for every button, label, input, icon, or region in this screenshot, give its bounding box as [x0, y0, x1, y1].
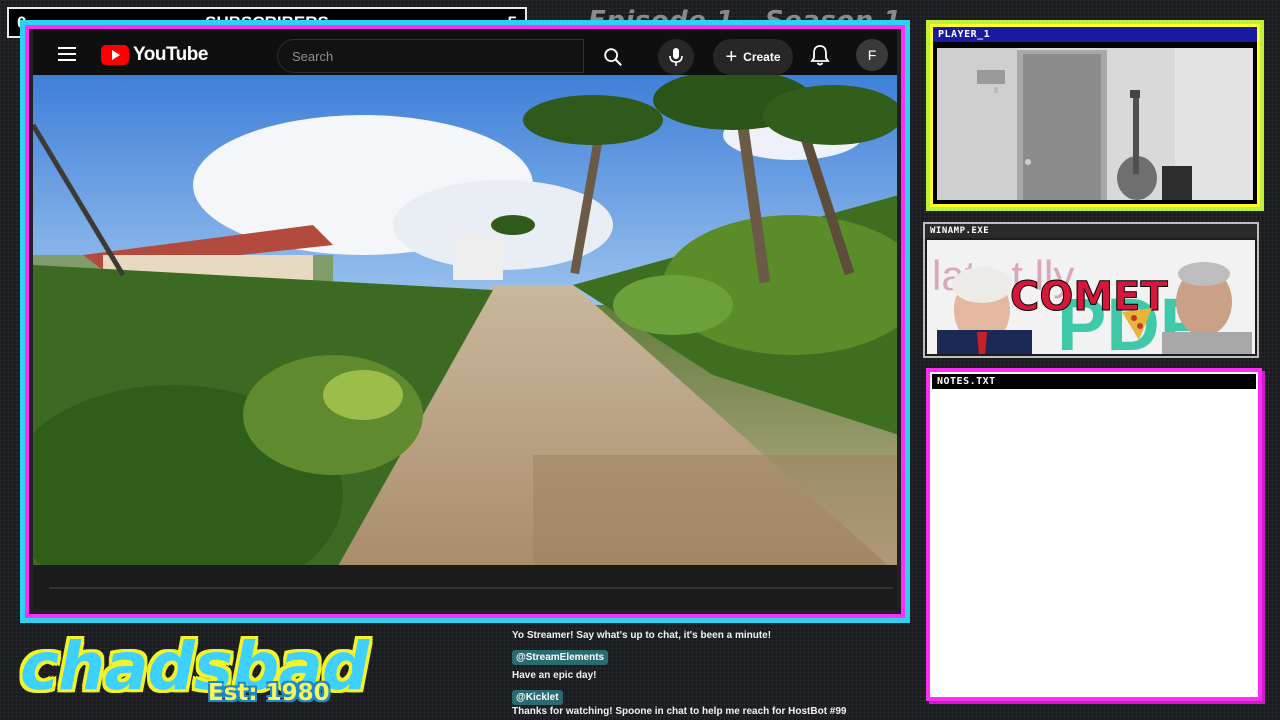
video-info-bar — [33, 565, 897, 610]
search-placeholder: Search — [292, 48, 334, 64]
video-player[interactable] — [33, 75, 897, 575]
chat-message: Thanks for watching! Spoone in chat to h… — [512, 706, 847, 717]
notes-window: NOTES.TXT — [926, 368, 1262, 701]
mic-icon — [669, 48, 683, 66]
webcam-scene — [937, 48, 1253, 200]
chat-username: @StreamElements — [512, 650, 609, 665]
notes-content[interactable] — [932, 392, 1256, 695]
brand-est: Est: 1980 — [208, 680, 330, 706]
youtube-logo[interactable]: YouTube — [101, 44, 208, 66]
winamp-title: WINAMP.EXE — [925, 224, 1257, 238]
voice-search-button[interactable] — [658, 39, 694, 75]
chat-message: Yo Streamer! Say what's up to chat, it's… — [512, 630, 772, 641]
winamp-art: late t lly PDF COMET — [927, 240, 1255, 354]
avatar[interactable]: F — [856, 39, 888, 71]
chat-message: Have an epic day! — [512, 670, 597, 681]
youtube-logo-text: YouTube — [133, 44, 208, 65]
search-button[interactable] — [595, 39, 631, 75]
webcam-title: PLAYER_1 — [933, 27, 1257, 42]
youtube-play-icon — [101, 45, 129, 65]
youtube-header: YouTube Search + Create F — [33, 29, 897, 81]
winamp-visualizer: late t lly PDF COMET — [927, 240, 1255, 354]
webcam-window: PLAYER_1 — [926, 20, 1264, 211]
notifications-button[interactable] — [809, 43, 831, 72]
notes-title: NOTES.TXT — [932, 374, 1256, 389]
create-button[interactable]: + Create — [713, 39, 793, 75]
video-frame-scene — [33, 75, 897, 575]
chat-feed: Yo Streamer! Say what's up to chat, it's… — [512, 630, 907, 720]
menu-icon[interactable] — [58, 47, 76, 61]
create-label: Create — [743, 50, 781, 64]
search-input[interactable]: Search — [277, 39, 584, 73]
video-progress-track[interactable] — [49, 587, 893, 589]
plus-icon: + — [725, 46, 738, 68]
main-video-frame: YouTube Search + Create F — [20, 20, 910, 623]
bell-icon — [810, 45, 830, 66]
chat-username: @Kicklet — [512, 690, 563, 705]
search-icon — [604, 48, 622, 66]
winamp-window: WINAMP.EXE late t lly PDF COMET — [923, 222, 1259, 358]
webcam-feed — [937, 48, 1253, 200]
